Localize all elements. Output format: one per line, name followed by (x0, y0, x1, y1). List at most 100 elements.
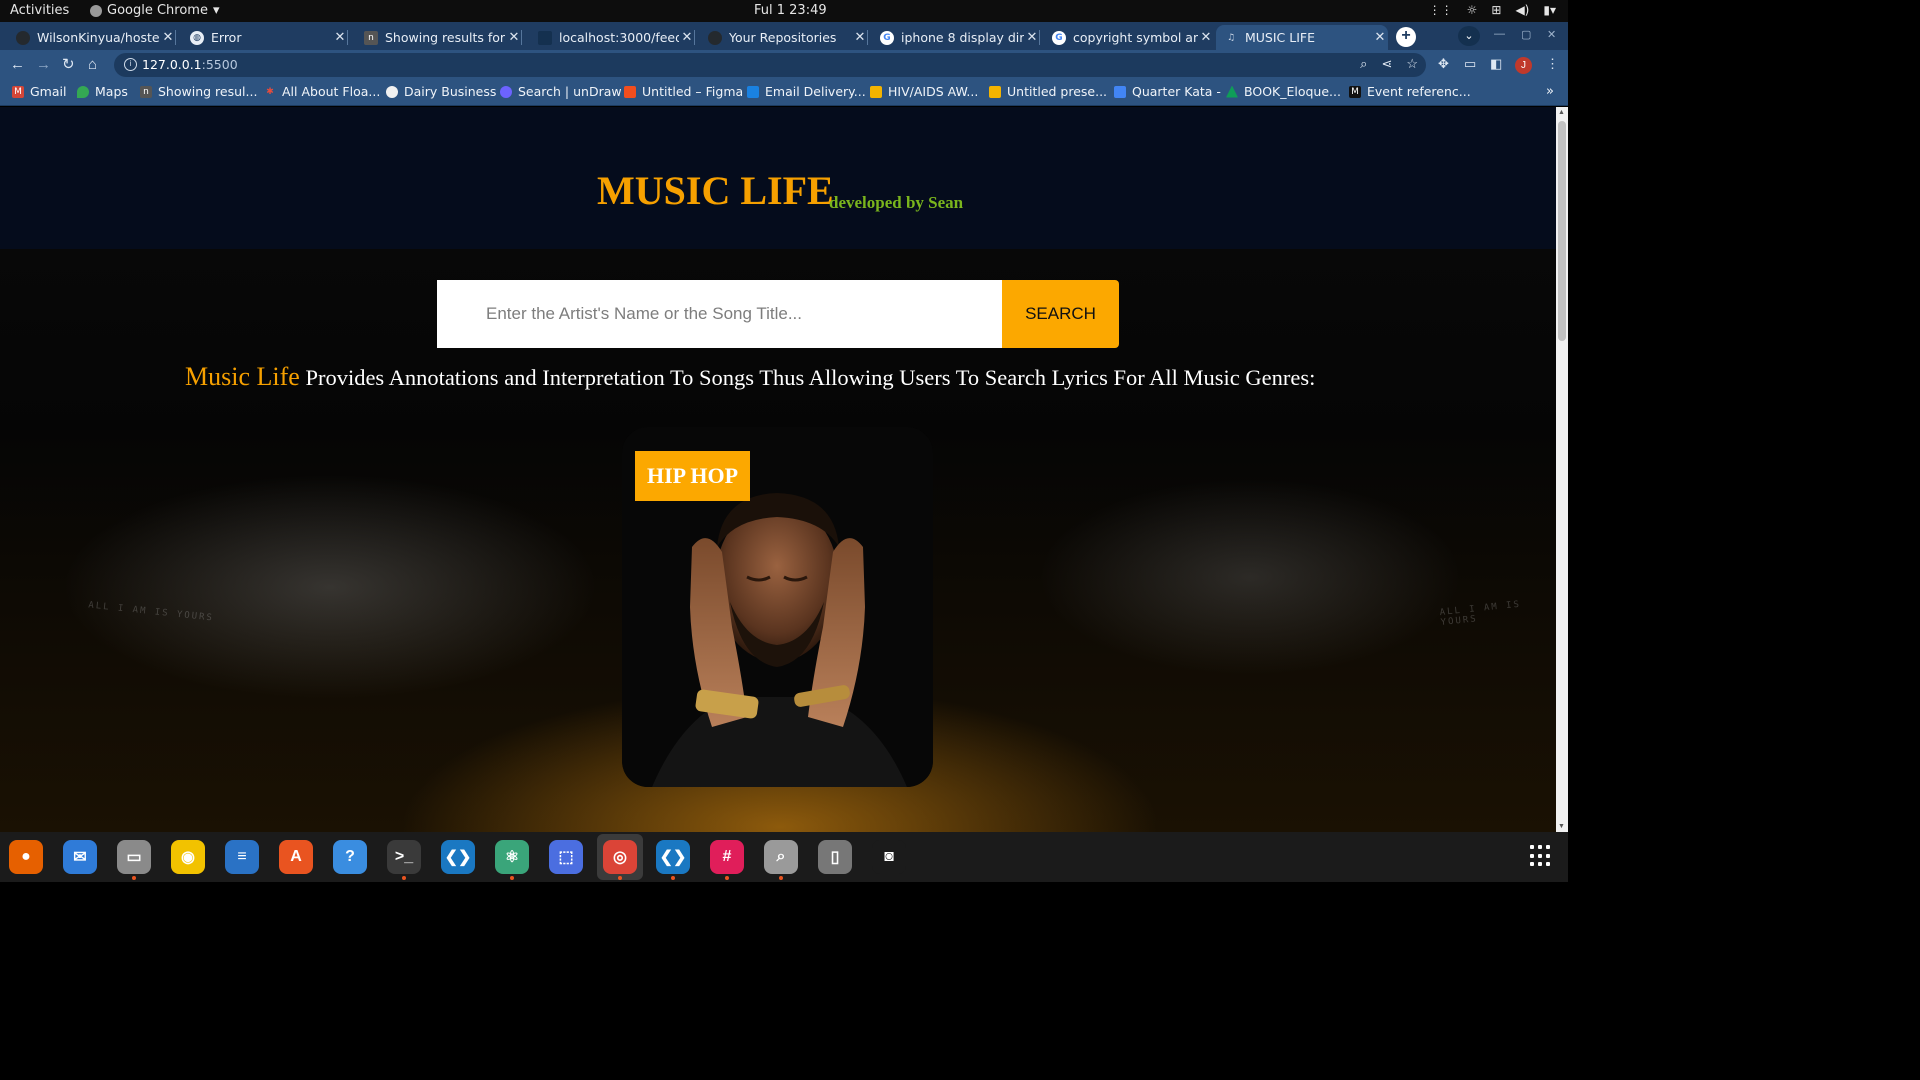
chrome-menu-icon[interactable]: ⋮ (1546, 56, 1559, 72)
bookmark-event-reference[interactable]: M Event referenc... (1349, 84, 1471, 99)
camera-icon[interactable]: ◙ (872, 840, 906, 874)
scroll-up-icon[interactable]: ▲ (1558, 109, 1565, 116)
image-viewer-icon[interactable]: ⌕ (764, 840, 798, 874)
maximize-icon[interactable]: ▢ (1521, 28, 1531, 41)
reload-icon[interactable]: ↻ (62, 56, 75, 74)
bookmark-label: HIV/AIDS AW... (888, 84, 979, 99)
cast-icon[interactable]: ▭ (1464, 56, 1476, 72)
close-icon[interactable]: ✕ (852, 30, 868, 45)
close-icon[interactable]: ✕ (160, 30, 176, 45)
nu-icon: n (140, 85, 152, 98)
site-info-icon[interactable]: i (124, 58, 137, 71)
url-text[interactable]: 127.0.0.1:5500 (142, 57, 238, 72)
software-icon[interactable]: A (279, 840, 313, 874)
thunderbird-icon[interactable]: ✉ (63, 840, 97, 874)
app-name: Google Chrome (107, 3, 208, 18)
bookmark-email-delivery[interactable]: Email Delivery... (747, 84, 866, 99)
share-icon[interactable]: ⋖ (1381, 56, 1392, 72)
phone-icon[interactable]: ▯ (818, 840, 852, 874)
clock[interactable]: Ful 1 23:49 (754, 3, 827, 18)
bookmark-gmail[interactable]: M Gmail (12, 84, 66, 99)
home-icon[interactable]: ⌂ (88, 56, 97, 74)
figma-icon (624, 85, 636, 98)
help-icon-glyph: ? (333, 840, 367, 874)
extensions-icon[interactable]: ✥ (1438, 56, 1449, 72)
grid-dot (1530, 862, 1534, 867)
files-icon[interactable]: ▭ (117, 840, 151, 874)
screenshot-icon[interactable]: ⬚ (549, 840, 583, 874)
rhythmbox-icon[interactable]: ◉ (171, 840, 205, 874)
page-scrollbar[interactable]: ▲ ▼ (1556, 107, 1568, 832)
slack-icon[interactable]: # (710, 840, 744, 874)
profile-avatar[interactable]: J (1515, 57, 1532, 74)
activities-button[interactable]: Activities (10, 3, 69, 18)
close-icon[interactable]: ✕ (679, 30, 695, 45)
terminal-icon[interactable]: >_ (387, 840, 421, 874)
bookmark-book-eloquent[interactable]: BOOK_Eloque... (1226, 84, 1341, 99)
show-applications-icon[interactable] (1530, 845, 1552, 867)
vscode-icon[interactable]: ❮❯ (441, 840, 475, 874)
side-panel-icon[interactable]: ◧ (1490, 56, 1502, 72)
bookmark-hiv-aids[interactable]: HIV/AIDS AW... (870, 84, 978, 99)
search-input[interactable] (437, 280, 1002, 348)
site-logo[interactable]: MUSIC LIFE (597, 167, 834, 214)
tab[interactable]: n Showing results for c ✕ (356, 25, 522, 50)
network-icon: ⋮⋮ (1428, 3, 1453, 17)
bookmark-dairy-business[interactable]: Dairy Business (386, 84, 496, 99)
site-header: MUSIC LIFE developed by Sean (0, 107, 1556, 249)
tab[interactable]: Your Repositories ✕ (700, 25, 868, 50)
forward-icon[interactable]: → (36, 56, 51, 74)
system-tray[interactable]: ⋮⋮ ☼ ⊞ ◀) ▮▾ (1429, 3, 1556, 17)
scroll-down-icon[interactable]: ▼ (1558, 823, 1565, 830)
chrome-icon[interactable]: ◎ (597, 834, 643, 880)
grid-dot (1538, 845, 1542, 849)
tab-active[interactable]: ♫ MUSIC LIFE ✕ (1216, 25, 1388, 50)
tab[interactable]: localhost:3000/feedb ✕ (530, 25, 695, 50)
running-indicator (671, 876, 675, 880)
bookmarks-overflow-icon[interactable]: » (1546, 84, 1554, 99)
vscode-icon[interactable]: ❮❯ (656, 840, 690, 874)
firefox-icon[interactable]: ● (9, 840, 43, 874)
address-bar[interactable]: i 127.0.0.1:5500 ⌕ ⋖ ☆ (114, 53, 1426, 77)
url-port: :5500 (201, 57, 238, 72)
new-tab-button[interactable]: + (1396, 27, 1416, 47)
bookmark-all-about-float[interactable]: ✱ All About Floa... (264, 84, 380, 99)
search-button[interactable]: SEARCH (1002, 280, 1119, 348)
close-icon[interactable]: ✕ (1372, 30, 1388, 45)
bookmark-untitled-presentation[interactable]: Untitled prese... (989, 84, 1107, 99)
genre-card-hip-hop[interactable]: HIP HOP (622, 427, 933, 787)
minimize-icon[interactable]: — (1494, 28, 1505, 40)
bookmark-label: Email Delivery... (765, 84, 866, 99)
genre-label: HIP HOP (635, 451, 751, 501)
atom-icon[interactable]: ⚛ (495, 840, 529, 874)
zoom-icon[interactable]: ⌕ (1360, 56, 1367, 72)
close-window-icon[interactable]: ✕ (1547, 28, 1556, 41)
bookmark-label: All About Floa... (282, 84, 381, 99)
writer-icon[interactable]: ≡ (225, 840, 259, 874)
close-icon[interactable]: ✕ (1198, 30, 1214, 45)
bookmark-quarter-kata[interactable]: Quarter Kata - (1114, 84, 1221, 99)
tab[interactable]: WilsonKinyua/hostel- ✕ (8, 25, 176, 50)
bookmark-star-icon[interactable]: ☆ (1406, 56, 1418, 72)
scrollbar-thumb[interactable] (1558, 121, 1566, 341)
bookmark-maps[interactable]: Maps (77, 84, 128, 99)
atom-icon-glyph: ⚛ (495, 840, 529, 874)
help-icon[interactable]: ? (333, 840, 367, 874)
tab-separator (1039, 30, 1040, 45)
bookmark-figma[interactable]: Untitled – Figma (624, 84, 743, 99)
tab[interactable]: G copyright symbol and ✕ (1044, 25, 1214, 50)
close-icon[interactable]: ✕ (506, 30, 522, 45)
close-icon[interactable]: ✕ (332, 30, 348, 45)
tagline-highlight: Music Life (185, 362, 300, 391)
tab[interactable]: G iphone 8 display dime ✕ (872, 25, 1040, 50)
tab-separator (347, 30, 348, 45)
bookmark-undraw[interactable]: Search | unDraw (500, 84, 622, 99)
close-icon[interactable]: ✕ (1024, 30, 1040, 45)
bookmark-showing-results[interactable]: n Showing resul... (140, 84, 257, 99)
tab[interactable]: ◍ Error ✕ (182, 25, 348, 50)
grid-dot (1530, 845, 1534, 849)
tab-search-button[interactable]: ⌄ (1458, 26, 1480, 46)
app-menu[interactable]: Google Chrome ▾ (90, 3, 220, 18)
back-icon[interactable]: ← (10, 56, 25, 74)
running-indicator (725, 876, 729, 880)
